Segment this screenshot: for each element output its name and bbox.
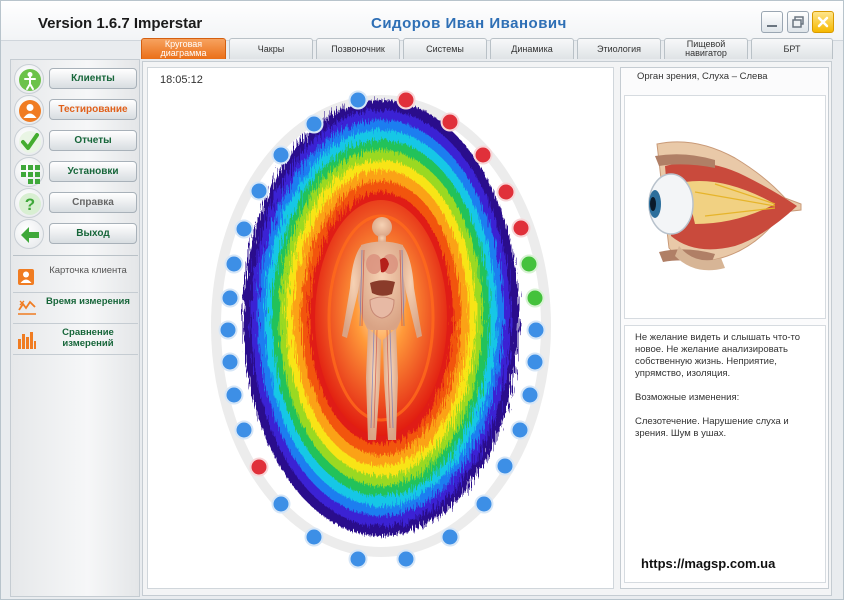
svg-text:?: ? xyxy=(25,195,35,214)
exit-arrow-icon xyxy=(14,219,44,249)
testing-button[interactable]: Тестирование xyxy=(49,99,137,120)
measurement-timestamp: 18:05:12 xyxy=(160,74,203,86)
sidebar-divider xyxy=(13,255,138,256)
help-button[interactable]: Справка xyxy=(49,192,137,213)
client-card-label: Карточка клиента xyxy=(49,265,127,276)
main-panel: 18:05:12 Орган зрения, Слуха – Слева Не … xyxy=(142,61,832,596)
nav-row-reports: Отчеты xyxy=(14,126,140,156)
client-card-item[interactable]: Карточка клиента xyxy=(13,263,138,293)
minimize-button[interactable] xyxy=(761,11,783,33)
tab-brt[interactable]: БРТ xyxy=(751,38,833,59)
close-icon xyxy=(817,16,829,28)
tab-bar: Круговая диаграмма Чакры Позвоночник Сис… xyxy=(141,38,833,60)
person-icon xyxy=(14,64,44,94)
organ-description: Не желание видеть и слышать что-то новое… xyxy=(624,325,826,583)
app-title: Version 1.6.7 Imperstar xyxy=(38,15,203,32)
eye-anatomy-image xyxy=(648,141,802,271)
grid-settings-icon xyxy=(14,157,44,187)
close-button[interactable] xyxy=(812,11,834,33)
organ-title: Орган зрения, Слуха – Слева xyxy=(637,71,768,82)
client-card-icon xyxy=(18,269,34,285)
aura-diagram xyxy=(211,90,551,569)
reports-button[interactable]: Отчеты xyxy=(49,130,137,151)
possible-changes-text: Слезотечение. Нарушение слуха и зрения. … xyxy=(635,416,792,439)
tab-systems[interactable]: Системы xyxy=(403,38,487,59)
checkmark-icon xyxy=(14,126,44,156)
help-icon: ? xyxy=(14,188,44,218)
tab-circular-diagram[interactable]: Круговая диаграмма xyxy=(141,38,226,59)
compare-measurements-label: Сравнение измерений xyxy=(62,327,114,349)
user-orange-icon xyxy=(14,95,44,125)
tab-spine[interactable]: Позвоночник xyxy=(316,38,400,59)
nav-row-clients: Клиенты xyxy=(14,64,140,94)
restore-icon xyxy=(792,16,804,28)
patient-name: Сидоров Иван Иванович xyxy=(371,15,567,32)
circular-diagram-area: 18:05:12 xyxy=(147,67,614,589)
measurement-time-item[interactable]: Время измерения xyxy=(13,294,138,324)
nav-row-help: ? Справка xyxy=(14,188,140,218)
nav-row-settings: Установки xyxy=(14,157,140,187)
compare-measurements-item[interactable]: Сравнение измерений xyxy=(13,325,138,355)
organ-image-box xyxy=(624,95,826,319)
compare-bars-icon xyxy=(18,332,36,349)
possible-changes-heading: Возможные изменения: xyxy=(635,392,740,403)
measure-time-icon xyxy=(18,300,36,315)
restore-button[interactable] xyxy=(787,11,809,33)
app-window: Version 1.6.7 Imperstar Сидоров Иван Ива… xyxy=(0,0,844,600)
settings-button[interactable]: Установки xyxy=(49,161,137,182)
organ-info-panel: Орган зрения, Слуха – Слева Не желание в… xyxy=(620,67,829,589)
tab-food-navigator[interactable]: Пищевой навигатор xyxy=(664,38,748,59)
measurement-time-label: Время измерения xyxy=(46,296,130,307)
emotional-cause-text: Не желание видеть и слышать что-то новое… xyxy=(635,332,803,379)
left-sidebar: Клиенты Тестирование Отчеты Установки ? … xyxy=(10,59,140,597)
tab-etiology[interactable]: Этиология xyxy=(577,38,661,59)
clients-button[interactable]: Клиенты xyxy=(49,68,137,89)
title-bar: Version 1.6.7 Imperstar Сидоров Иван Ива… xyxy=(1,1,843,41)
nav-row-exit: Выход xyxy=(14,219,140,249)
website-watermark: https://magsp.com.ua xyxy=(641,556,776,571)
nav-row-testing: Тестирование xyxy=(14,95,140,125)
minimize-icon xyxy=(767,25,777,27)
tab-chakras[interactable]: Чакры xyxy=(229,38,313,59)
exit-button[interactable]: Выход xyxy=(49,223,137,244)
tab-dynamics[interactable]: Динамика xyxy=(490,38,574,59)
